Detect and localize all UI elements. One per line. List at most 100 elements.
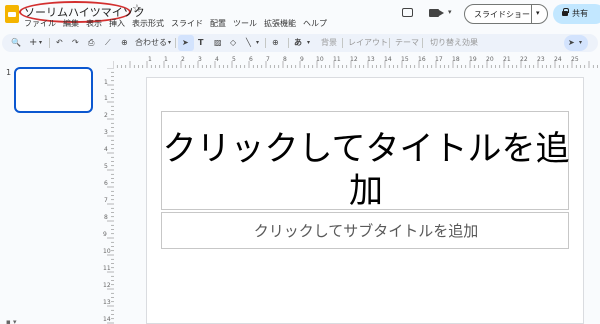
ruler-number: 16: [418, 56, 426, 63]
ruler-number: 3: [198, 56, 202, 63]
line-icon[interactable]: ╲: [246, 37, 251, 49]
title-placeholder-box[interactable]: クリックしてタイトルを追加: [161, 111, 570, 212]
slide-thumbnail[interactable]: [14, 67, 93, 113]
toolbar-divider: [389, 38, 390, 48]
ruler-number: 7: [266, 56, 270, 63]
zoom-icon[interactable]: ⊕: [121, 37, 128, 49]
shape-icon[interactable]: ◇: [230, 37, 236, 49]
ruler-number: 4: [215, 56, 219, 63]
ruler-number: 8: [283, 56, 287, 63]
ruler-number: 5: [104, 163, 108, 170]
add-comment-icon[interactable]: ⊕: [272, 37, 279, 49]
ruler-number: 10: [316, 56, 324, 63]
ruler-number: 18: [452, 56, 460, 63]
slideshow-label: スライドショー: [474, 10, 530, 19]
new-slide-chevron-icon[interactable]: ▾: [39, 37, 42, 49]
ruler-number: 9: [103, 231, 107, 238]
ruler-number: 9: [300, 56, 304, 63]
chevron-down-icon[interactable]: ▾: [448, 8, 452, 16]
toolbar-divider: [288, 38, 289, 48]
menu-format[interactable]: 表示形式: [132, 18, 164, 29]
title-placeholder[interactable]: クリックしてタイトルを追加: [162, 128, 570, 212]
transition-button[interactable]: 切り替え効果: [430, 37, 478, 49]
ruler-number: 11: [333, 56, 341, 63]
ruler-number: 12: [350, 56, 358, 63]
ruler-number: 12: [103, 282, 111, 289]
ruler-number: 1: [104, 79, 108, 86]
toolbar-divider: [175, 38, 176, 48]
ruler-number: 15: [401, 56, 409, 63]
slide-number: 1: [6, 68, 12, 77]
slideshow-button[interactable]: スライドショー ▾: [464, 4, 548, 24]
menu-edit[interactable]: 編集: [63, 18, 79, 29]
toolbar-divider: [342, 38, 343, 48]
slides-logo-icon[interactable]: [5, 5, 19, 23]
background-button[interactable]: 背景: [321, 37, 337, 49]
menu-slide[interactable]: スライド: [171, 18, 203, 29]
google-slides-app: ソーリムハイツマイソク ☆ ファイル 編集 表示 挿入 表示形式 スライド 配置…: [0, 0, 600, 324]
menu-file[interactable]: ファイル: [24, 18, 56, 29]
zoom-chevron-icon[interactable]: ▾: [168, 37, 171, 49]
cursor-mode-chevron-icon[interactable]: ▾: [579, 37, 582, 49]
input-tools-icon[interactable]: あ: [294, 37, 302, 49]
ruler-number: 5: [232, 56, 236, 63]
ruler-number: 10: [103, 248, 111, 255]
zoom-select[interactable]: 合わせる: [135, 37, 167, 49]
ruler-number: 23: [537, 56, 545, 63]
slideshow-divider: [531, 5, 532, 23]
layout-button[interactable]: レイアウト: [348, 37, 388, 49]
share-label: 共有: [572, 9, 588, 18]
share-button[interactable]: 共有: [553, 4, 600, 24]
new-slide-button[interactable]: +: [29, 37, 37, 49]
title-bar: ソーリムハイツマイソク ☆ ファイル 編集 表示 挿入 表示形式 スライド 配置…: [0, 0, 600, 30]
ruler-number: 7: [104, 197, 108, 204]
meet-camera-icon[interactable]: [429, 9, 444, 17]
input-tools-chevron-icon[interactable]: ▾: [307, 37, 310, 49]
menu-tools[interactable]: ツール: [233, 18, 257, 29]
menu-view[interactable]: 表示: [86, 18, 102, 29]
theme-button[interactable]: テーマ: [395, 37, 419, 49]
redo-icon[interactable]: ↷: [72, 37, 79, 49]
ruler-number: 24: [554, 56, 562, 63]
menu-bar: ファイル 編集 表示 挿入 表示形式 スライド 配置 ツール 拡張機能 ヘルプ: [24, 18, 327, 29]
ruler-number: 22: [520, 56, 528, 63]
toolbar-divider: [265, 38, 266, 48]
ruler-number: 25: [571, 56, 579, 63]
ruler-number: 21: [503, 56, 511, 63]
ruler-number: 14: [384, 56, 392, 63]
menu-insert[interactable]: 挿入: [109, 18, 125, 29]
subtitle-placeholder[interactable]: クリックしてサブタイトルを追加: [162, 222, 570, 240]
paint-format-icon[interactable]: ⟋: [105, 37, 111, 49]
slideshow-options-chevron-icon[interactable]: ▾: [536, 9, 540, 17]
ruler-number: 13: [103, 299, 111, 306]
comment-history-icon[interactable]: [402, 8, 413, 17]
search-menus-icon[interactable]: 🔍: [11, 37, 21, 49]
menu-extensions[interactable]: 拡張機能: [264, 18, 296, 29]
toolbar: 🔍 + ▾ ↶ ↷ ⎙ ⟋ ⊕ 合わせる ▾ ➤ T ▨ ◇ ╲ ▾ ⊕ あ ▾…: [2, 34, 598, 52]
slide-canvas[interactable]: クリックしてタイトルを追加 クリックしてサブタイトルを追加: [146, 77, 584, 324]
line-chevron-icon[interactable]: ▾: [256, 37, 259, 49]
ruler-number: 4: [104, 146, 108, 153]
ruler-number: 20: [486, 56, 494, 63]
subtitle-placeholder-box[interactable]: クリックしてサブタイトルを追加: [161, 212, 569, 249]
text-box-icon[interactable]: T: [198, 37, 203, 49]
undo-icon[interactable]: ↶: [56, 37, 63, 49]
cursor-mode-icon[interactable]: ➤: [568, 37, 575, 49]
ruler-number: 1: [148, 56, 152, 63]
menu-arrange[interactable]: 配置: [210, 18, 226, 29]
toolbar-divider: [49, 38, 50, 48]
star-icon[interactable]: ☆: [132, 2, 142, 15]
ruler-number: 1: [104, 95, 108, 102]
insert-image-icon[interactable]: ▨: [214, 37, 222, 49]
ruler-number: 19: [469, 56, 477, 63]
ruler-number: 14: [103, 316, 111, 323]
ruler-number: 2: [104, 112, 108, 119]
lock-icon: [562, 8, 569, 16]
ruler-number: 1: [164, 56, 168, 63]
print-icon[interactable]: ⎙: [88, 37, 94, 49]
ruler-number: 8: [104, 214, 108, 221]
grid-view-icon[interactable]: ▪ ▾: [6, 318, 16, 324]
select-cursor-icon[interactable]: ➤: [182, 37, 189, 49]
menu-help[interactable]: ヘルプ: [303, 18, 327, 29]
ruler-number: 17: [435, 56, 443, 63]
